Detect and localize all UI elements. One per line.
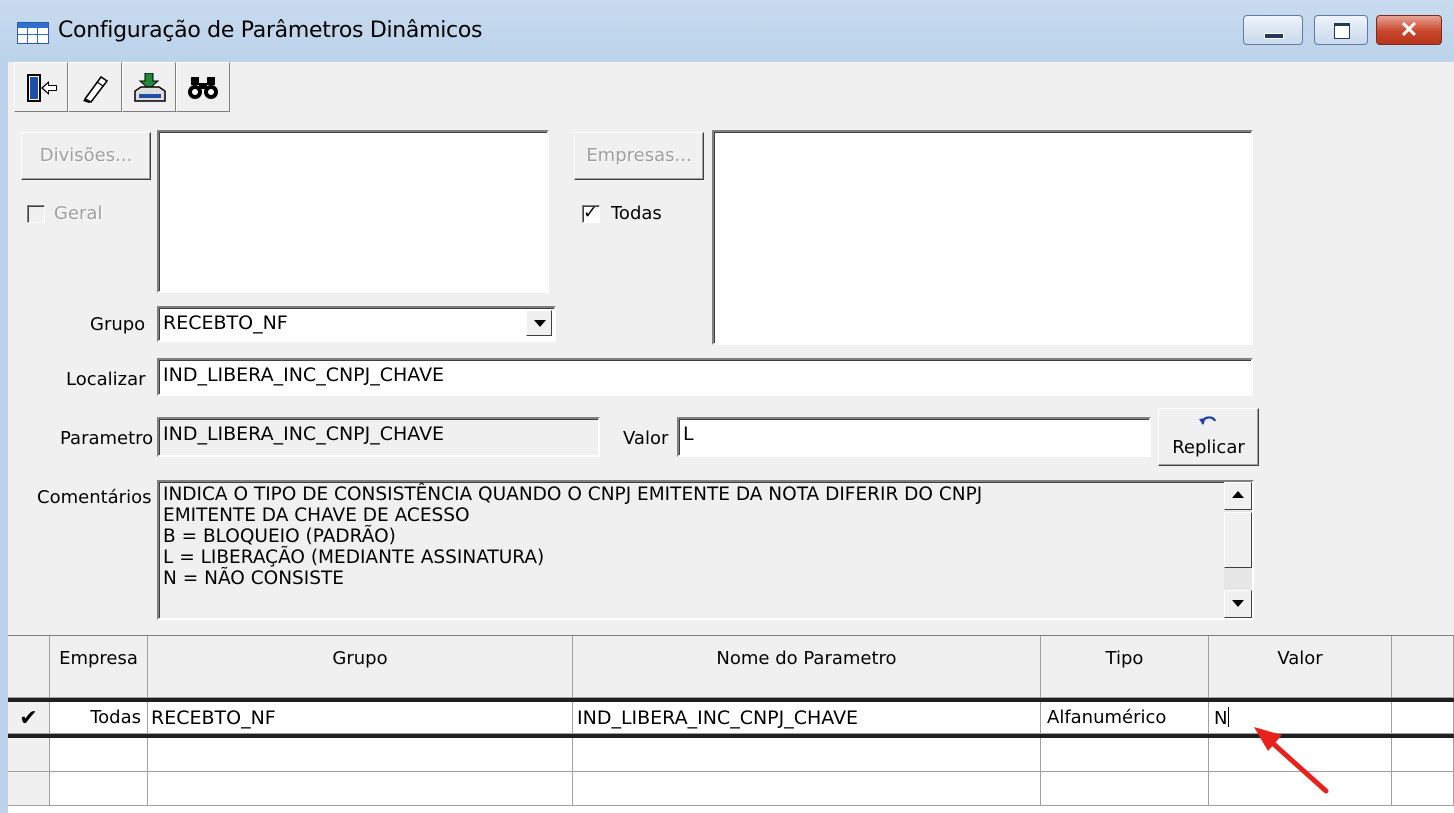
cell-valor-text: N [1214,708,1228,729]
localizar-label: Localizar [66,369,146,390]
replicar-label: Replicar [1172,437,1245,458]
title-bar[interactable]: Configuração de Parâmetros Dinâmicos ✕ [0,0,1454,62]
parametro-value: IND_LIBERA_INC_CNPJ_CHAVE [163,423,445,445]
col-header-filler [1392,636,1454,698]
save-download-icon [134,73,166,102]
cell-tipo[interactable]: Alfanumérico [1041,702,1209,734]
arrow-down-icon [1232,600,1244,607]
divisoes-button-label: Divisões... [39,145,133,166]
geral-label: Geral [54,203,103,224]
minimize-button[interactable] [1243,15,1303,45]
replicar-button[interactable]: Replicar [1158,408,1259,466]
close-button[interactable]: ✕ [1376,15,1442,45]
col-header-grupo[interactable]: Grupo [148,636,573,698]
binoculars-icon [188,77,218,99]
scroll-up-button[interactable] [1224,482,1252,510]
parameters-grid[interactable]: Empresa Grupo Nome do Parametro Tipo Val… [8,635,1454,813]
exit-door-icon [27,74,57,102]
close-icon: ✕ [1399,17,1419,42]
localizar-input[interactable]: IND_LIBERA_INC_CNPJ_CHAVE [157,358,1253,396]
comentarios-scrollbar[interactable] [1224,482,1252,618]
parametro-field: IND_LIBERA_INC_CNPJ_CHAVE [157,417,600,457]
grupo-label: Grupo [90,314,146,335]
minimize-icon [1264,33,1284,39]
cell-nome[interactable]: IND_LIBERA_INC_CNPJ_CHAVE [573,702,1041,734]
col-header-empresa[interactable]: Empresa [50,636,148,698]
geral-checkbox[interactable] [27,205,45,223]
grid-corner [8,636,50,698]
chevron-down-icon [534,320,546,327]
valor-label: Valor [623,428,669,449]
exit-button[interactable] [14,62,68,112]
divisoes-list[interactable] [157,130,549,293]
empresas-button-label: Empresas... [586,145,692,166]
valor-value: L [683,423,694,445]
clear-button[interactable] [68,62,122,112]
search-button[interactable] [176,62,230,112]
cell-filler [1392,702,1454,734]
grupo-select[interactable]: RECEBTO_NF [157,306,556,342]
current-row-check-icon: ✔ [19,706,38,731]
check-mark-icon: ✓ [583,202,599,223]
scroll-thumb[interactable] [1224,512,1252,568]
valor-input[interactable]: L [677,417,1151,457]
todas-checkbox[interactable]: ✓ [582,202,600,223]
cell-grupo[interactable]: RECEBTO_NF [148,702,573,734]
window-title: Configuração de Parâmetros Dinâmicos [58,18,483,43]
app-window: Configuração de Parâmetros Dinâmicos ✕ D… [0,0,1454,813]
comentarios-text: INDICA O TIPO DE CONSISTÊNCIA QUANDO O C… [163,484,983,589]
parametro-label: Parametro [60,428,154,449]
scroll-down-button[interactable] [1224,590,1252,618]
row-indicator[interactable]: ✔ [8,702,50,734]
save-button[interactable] [122,62,176,112]
text-caret [1228,707,1230,727]
undo-arrow-icon [1199,416,1217,425]
comentarios-textarea[interactable]: INDICA O TIPO DE CONSISTÊNCIA QUANDO O C… [157,480,1254,620]
grupo-dropdown-button[interactable] [526,310,552,336]
cell-empresa[interactable]: Todas [50,702,148,734]
divisoes-button[interactable]: Divisões... [21,132,151,180]
table-app-icon [17,22,49,44]
comentarios-label: Comentários [37,487,152,508]
col-header-tipo[interactable]: Tipo [1041,636,1209,698]
col-header-valor[interactable]: Valor [1209,636,1392,698]
annotation-arrow-icon [1254,727,1329,794]
empresas-button[interactable]: Empresas... [574,132,704,180]
eraser-icon [83,75,109,103]
form-client-area: Divisões... Geral Empresas... ✓ Todas Gr… [8,62,1454,813]
col-header-nome[interactable]: Nome do Parametro [573,636,1041,698]
grupo-value: RECEBTO_NF [163,312,288,334]
arrow-up-icon [1232,491,1244,498]
todas-label: Todas [611,203,662,224]
maximize-icon [1334,23,1350,39]
localizar-value: IND_LIBERA_INC_CNPJ_CHAVE [163,364,445,386]
maximize-button[interactable] [1314,15,1368,45]
empresas-list[interactable] [712,130,1253,345]
